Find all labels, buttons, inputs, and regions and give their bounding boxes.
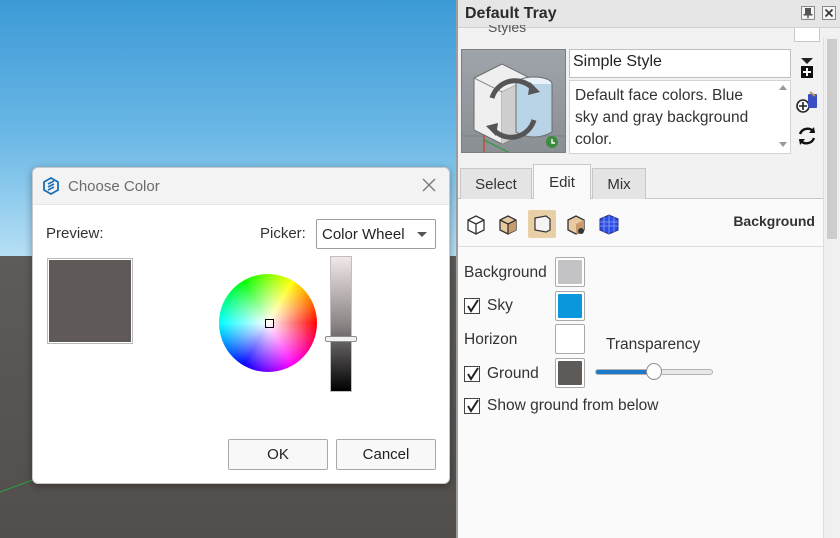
sketchup-logo-icon	[43, 177, 59, 195]
default-tray: Default Tray Styles Simple Style Default…	[458, 0, 840, 538]
horizon-color-swatch[interactable]	[555, 324, 585, 354]
tab-select[interactable]: Select	[460, 168, 532, 199]
face-settings-icon[interactable]	[494, 210, 522, 238]
style-description-box[interactable]: Default face colors. Blue sky and gray b…	[569, 80, 791, 154]
dialog-titlebar[interactable]: Choose Color	[33, 168, 449, 205]
ground-color-swatch[interactable]	[555, 358, 585, 388]
background-label: Background	[464, 264, 547, 281]
value-slider-handle[interactable]	[325, 335, 357, 342]
show-ground-from-below-checkbox[interactable]	[464, 398, 480, 414]
preview-label: Preview:	[46, 225, 104, 242]
tab-mix[interactable]: Mix	[592, 168, 646, 199]
styles-header-box	[794, 28, 820, 42]
watermark-settings-icon[interactable]	[562, 210, 590, 238]
transparency-label: Transparency	[606, 336, 701, 353]
edit-panel: Background Background Sky Horizon Transp…	[458, 199, 823, 538]
style-thumbnail	[461, 49, 566, 153]
color-wheel-marker[interactable]	[265, 319, 274, 328]
preview-swatch	[47, 258, 133, 344]
color-wheel[interactable]	[219, 274, 317, 372]
horizon-label: Horizon	[464, 331, 518, 348]
sky-label: Sky	[487, 297, 513, 314]
close-icon[interactable]	[822, 6, 836, 20]
edit-settings-toolbar: Background	[458, 199, 823, 247]
modeling-settings-icon[interactable]	[595, 210, 623, 238]
scroll-down-icon[interactable]	[779, 142, 787, 147]
value-slider[interactable]	[325, 256, 357, 392]
dialog-title: Choose Color	[68, 178, 160, 195]
styles-tab-bar: Select Edit Mix	[458, 163, 823, 200]
styles-panel-title: Styles	[488, 25, 527, 35]
cancel-button[interactable]: Cancel	[336, 439, 436, 470]
styles-panel-header[interactable]: Styles	[488, 25, 526, 39]
style-name-input[interactable]: Simple Style	[569, 49, 791, 78]
edit-section-title: Background	[733, 213, 815, 229]
show-ground-from-below-label: Show ground from below	[487, 397, 659, 414]
tray-titlebar[interactable]: Default Tray	[458, 0, 840, 28]
scroll-up-icon[interactable]	[779, 85, 787, 90]
refresh-icon[interactable]	[795, 124, 819, 148]
horizon-color	[558, 327, 582, 351]
sky-checkbox[interactable]	[464, 298, 480, 314]
picker-label: Picker:	[260, 225, 306, 242]
sky-color-swatch[interactable]	[555, 291, 585, 321]
checkmark-icon	[467, 299, 479, 313]
ok-button[interactable]: OK	[228, 439, 328, 470]
background-cube-icon	[534, 215, 551, 233]
background-color-swatch[interactable]	[555, 257, 585, 287]
create-style-icon[interactable]	[795, 56, 819, 80]
style-preview-image	[462, 63, 565, 152]
background-color	[558, 260, 582, 284]
chevron-down-icon	[417, 232, 427, 237]
ground-color	[558, 361, 582, 385]
choose-color-dialog: Choose Color Preview: Picker: Color Whee…	[32, 167, 450, 484]
checkmark-icon	[467, 399, 479, 413]
tray-scrollbar[interactable]	[823, 37, 839, 538]
style-description: Default face colors. Blue sky and gray b…	[575, 87, 749, 148]
tray-scroll-thumb[interactable]	[827, 39, 837, 239]
tray-title: Default Tray	[465, 5, 557, 22]
tab-edit[interactable]: Edit	[533, 164, 591, 200]
background-settings-icon[interactable]	[528, 210, 556, 238]
close-icon[interactable]	[421, 177, 437, 193]
transparency-slider-thumb[interactable]	[646, 363, 662, 380]
sky-color	[558, 294, 582, 318]
preview-color	[49, 260, 131, 342]
edge-settings-icon[interactable]	[462, 210, 490, 238]
checkmark-icon	[467, 367, 479, 381]
picker-dropdown[interactable]: Color Wheel	[316, 219, 436, 249]
update-style-icon[interactable]	[795, 90, 819, 114]
ground-checkbox[interactable]	[464, 366, 480, 382]
pin-icon[interactable]	[801, 6, 815, 20]
picker-selected-value: Color Wheel	[322, 226, 405, 243]
ground-label: Ground	[487, 365, 539, 382]
